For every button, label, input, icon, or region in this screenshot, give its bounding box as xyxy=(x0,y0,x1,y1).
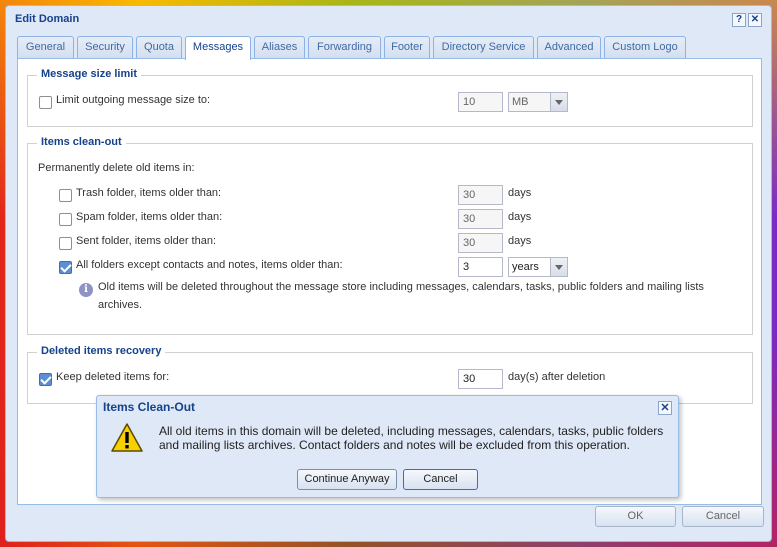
trash-unit: days xyxy=(508,187,532,199)
sent-unit: days xyxy=(508,235,532,247)
dialog-message-line2: and mailing lists archives. Contact fold… xyxy=(159,438,630,452)
info-icon: i xyxy=(79,283,93,297)
recovery-legend: Deleted items recovery xyxy=(37,345,166,357)
sent-checkbox[interactable] xyxy=(59,237,72,250)
tab-forwarding[interactable]: Forwarding xyxy=(308,36,381,58)
dialog-cancel-button[interactable]: Cancel xyxy=(403,469,478,490)
message-size-legend: Message size limit xyxy=(37,68,141,80)
dialog-title: Items Clean-Out xyxy=(103,400,196,414)
ok-button[interactable]: OK xyxy=(595,506,676,527)
keep-deleted-unit: day(s) after deletion xyxy=(508,371,606,383)
trash-checkbox[interactable] xyxy=(59,189,72,202)
trash-label: Trash folder, items older than: xyxy=(76,187,222,199)
sent-label: Sent folder, items older than: xyxy=(76,235,217,247)
tab-general[interactable]: General xyxy=(17,36,74,58)
spam-checkbox[interactable] xyxy=(59,213,72,226)
tab-aliases[interactable]: Aliases xyxy=(254,36,305,58)
items-cleanout-dialog: Items Clean-Out ✕ All old items in this … xyxy=(96,395,679,498)
limit-size-label: Limit outgoing message size to: xyxy=(56,94,211,106)
cleanout-legend: Items clean-out xyxy=(37,136,126,148)
tab-messages[interactable]: Messages xyxy=(185,36,251,60)
message-size-fieldset: Message size limit Limit outgoing messag… xyxy=(27,68,753,127)
keep-deleted-input[interactable]: 30 xyxy=(458,369,503,389)
tab-advanced[interactable]: Advanced xyxy=(537,36,601,58)
tab-custom-logo[interactable]: Custom Logo xyxy=(604,36,686,58)
tab-directory-service[interactable]: Directory Service xyxy=(433,36,534,58)
all-folders-checkbox[interactable] xyxy=(59,261,72,274)
keep-deleted-checkbox[interactable] xyxy=(39,373,52,386)
info-text-line2: archives. xyxy=(98,299,143,311)
spam-unit: days xyxy=(508,211,532,223)
spam-label: Spam folder, items older than: xyxy=(76,211,223,223)
close-icon[interactable]: ✕ xyxy=(748,13,762,27)
window-title: Edit Domain xyxy=(15,13,80,25)
chevron-down-icon[interactable] xyxy=(550,93,567,111)
tab-security[interactable]: Security xyxy=(77,36,133,58)
info-text-line1: Old items will be deleted throughout the… xyxy=(98,281,704,293)
all-folders-unit-select[interactable]: years xyxy=(508,257,568,277)
all-folders-unit-value: years xyxy=(512,261,539,273)
limit-size-checkbox[interactable] xyxy=(39,96,52,109)
limit-unit-value: MB xyxy=(512,96,529,108)
dialog-message-line1: All old items in this domain will be del… xyxy=(159,424,664,438)
all-folders-input[interactable]: 3 xyxy=(458,257,503,277)
dialog-close-icon[interactable]: ✕ xyxy=(658,401,672,415)
warning-icon xyxy=(111,423,143,452)
cleanout-fieldset: Items clean-out Permanently delete old i… xyxy=(27,136,753,335)
all-folders-label: All folders except contacts and notes, i… xyxy=(76,259,343,271)
chevron-down-icon[interactable] xyxy=(550,258,567,276)
trash-days-input[interactable]: 30 xyxy=(458,185,503,205)
tab-footer[interactable]: Footer xyxy=(384,36,430,58)
continue-anyway-button[interactable]: Continue Anyway xyxy=(297,469,397,490)
limit-unit-select[interactable]: MB xyxy=(508,92,568,112)
help-icon[interactable]: ? xyxy=(732,13,746,27)
keep-deleted-label: Keep deleted items for: xyxy=(56,371,170,383)
spam-days-input[interactable]: 30 xyxy=(458,209,503,229)
cleanout-intro: Permanently delete old items in: xyxy=(38,162,195,174)
limit-size-input[interactable]: 10 xyxy=(458,92,503,112)
cancel-button[interactable]: Cancel xyxy=(682,506,764,527)
tab-quota[interactable]: Quota xyxy=(136,36,182,58)
sent-days-input[interactable]: 30 xyxy=(458,233,503,253)
dialog-message: All old items in this domain will be del… xyxy=(159,424,669,452)
